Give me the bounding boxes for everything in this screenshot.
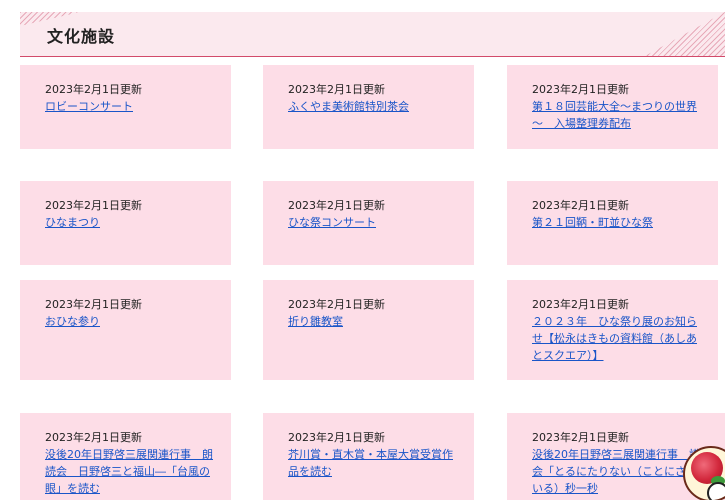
card-date: 2023年2月1日更新 xyxy=(288,83,385,96)
card-date: 2023年2月1日更新 xyxy=(288,298,385,311)
card-link[interactable]: ふくやま美術館特別茶会 xyxy=(288,98,462,115)
event-card: 2023年2月1日更新 ロビーコンサート xyxy=(20,65,231,149)
event-card: 2023年2月1日更新 おひな参り xyxy=(20,280,231,380)
event-card: 2023年2月1日更新 芥川賞・直木賞・本屋大賞受賞作品を読む xyxy=(263,413,474,500)
card-date: 2023年2月1日更新 xyxy=(45,298,142,311)
event-card: 2023年2月1日更新 ふくやま美術館特別茶会 xyxy=(263,65,474,149)
card-date: 2023年2月1日更新 xyxy=(45,83,142,96)
card-date: 2023年2月1日更新 xyxy=(288,431,385,444)
event-card: 2023年2月1日更新 没後20年日野啓三展関連行事 朗読会 日野啓三と福山―「… xyxy=(20,413,231,500)
card-link[interactable]: 没後20年日野啓三展関連行事 朗読会 日野啓三と福山―「台風の眼」を読む xyxy=(45,446,219,497)
event-card: 2023年2月1日更新 折り雛教室 xyxy=(263,280,474,380)
card-date: 2023年2月1日更新 xyxy=(45,199,142,212)
card-link[interactable]: ひなまつり xyxy=(45,214,219,231)
card-link[interactable]: ２０２３年 ひな祭り展のお知らせ【松永はきもの資料館（あしあとスクエア）】 xyxy=(532,313,706,364)
header-hatch-decoration-right xyxy=(645,12,725,56)
section-title: 文化施設 xyxy=(47,27,116,46)
card-date: 2023年2月1日更新 xyxy=(532,199,629,212)
card-date: 2023年2月1日更新 xyxy=(532,298,629,311)
card-date: 2023年2月1日更新 xyxy=(532,83,629,96)
card-link[interactable]: おひな参り xyxy=(45,313,219,330)
card-date: 2023年2月1日更新 xyxy=(288,199,385,212)
card-date: 2023年2月1日更新 xyxy=(45,431,142,444)
card-link[interactable]: ひな祭コンサート xyxy=(288,214,462,231)
section-header: 文化施設 xyxy=(20,12,725,57)
event-card: 2023年2月1日更新 第１８回芸能大全～まつりの世界～ 入場整理券配布 xyxy=(507,65,718,149)
mascot-face-shape xyxy=(707,482,725,500)
card-link[interactable]: ロビーコンサート xyxy=(45,98,219,115)
page: 文化施設 2023年2月1日更新 ロビーコンサート 2023年2月1日更新 ふく… xyxy=(0,0,725,500)
card-link[interactable]: 第１８回芸能大全～まつりの世界～ 入場整理券配布 xyxy=(532,98,706,132)
event-card: 2023年2月1日更新 ひな祭コンサート xyxy=(263,181,474,265)
event-card: 2023年2月1日更新 第２１回鞆・町並ひな祭 xyxy=(507,181,718,265)
card-link[interactable]: 第２１回鞆・町並ひな祭 xyxy=(532,214,706,231)
card-date: 2023年2月1日更新 xyxy=(532,431,629,444)
event-card: 2023年2月1日更新 ２０２３年 ひな祭り展のお知らせ【松永はきもの資料館（あ… xyxy=(507,280,718,380)
card-link[interactable]: 折り雛教室 xyxy=(288,313,462,330)
event-card: 2023年2月1日更新 ひなまつり xyxy=(20,181,231,265)
card-link[interactable]: 芥川賞・直木賞・本屋大賞受賞作品を読む xyxy=(288,446,462,480)
